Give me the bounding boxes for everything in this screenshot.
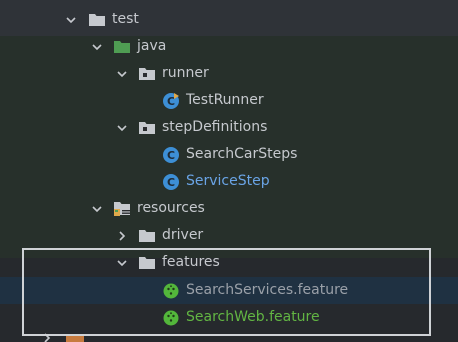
- svg-text:C: C: [167, 149, 175, 162]
- tree-row-cut-off[interactable]: [0, 333, 458, 342]
- folder-icon: [138, 254, 156, 272]
- tree-row-java[interactable]: java: [0, 33, 458, 60]
- tree-row-searchservices-feature[interactable]: SearchServices.feature: [0, 277, 458, 304]
- tree-row-test[interactable]: test: [0, 6, 458, 33]
- test-sources-folder-icon: [113, 38, 131, 56]
- svg-text:C: C: [167, 176, 175, 189]
- tree-label-resources: resources: [137, 200, 205, 216]
- tree-row-testrunner[interactable]: C TestRunner: [0, 87, 458, 114]
- chevron-down-icon[interactable]: [115, 121, 129, 135]
- java-class-icon: C: [162, 146, 180, 164]
- tree-label-java: java: [137, 38, 167, 54]
- svg-text:C: C: [167, 95, 175, 108]
- cucumber-icon: [162, 282, 180, 300]
- chevron-right-icon[interactable]: [115, 229, 129, 243]
- chevron-right-icon[interactable]: [42, 333, 52, 342]
- tree-label-test: test: [112, 11, 139, 27]
- tree-label-stepdefinitions: stepDefinitions: [162, 119, 268, 135]
- tree-label-servicestep: ServiceStep: [186, 173, 270, 189]
- tree-label-searchservices-feature: SearchServices.feature: [186, 282, 349, 298]
- project-tree: test java runner C TestRunner stepDefini…: [0, 0, 458, 342]
- tree-row-searchweb-feature[interactable]: SearchWeb.feature: [0, 304, 458, 331]
- tree-row-features[interactable]: features: [0, 249, 458, 276]
- java-class-runnable-icon: C: [162, 92, 180, 110]
- folder-icon: [88, 11, 106, 29]
- folder-icon: [66, 335, 84, 342]
- tree-row-stepdefinitions[interactable]: stepDefinitions: [0, 114, 458, 141]
- tree-label-searchcarsteps: SearchCarSteps: [186, 146, 298, 162]
- chevron-down-icon[interactable]: [90, 202, 104, 216]
- tree-label-features: features: [162, 254, 220, 270]
- package-folder-icon: [138, 65, 156, 83]
- tree-label-driver: driver: [162, 227, 204, 243]
- tree-row-driver[interactable]: driver: [0, 222, 458, 249]
- cucumber-icon: [162, 309, 180, 327]
- tree-row-searchcarsteps[interactable]: C SearchCarSteps: [0, 141, 458, 168]
- test-resources-folder-icon: [113, 200, 131, 218]
- tree-label-searchweb-feature: SearchWeb.feature: [186, 309, 320, 325]
- java-class-icon: C: [162, 173, 180, 191]
- chevron-down-icon[interactable]: [115, 256, 129, 270]
- chevron-down-icon[interactable]: [115, 67, 129, 81]
- tree-label-runner: runner: [162, 65, 209, 81]
- tree-row-runner[interactable]: runner: [0, 60, 458, 87]
- package-folder-icon: [138, 119, 156, 137]
- tree-row-servicestep[interactable]: C ServiceStep: [0, 168, 458, 195]
- chevron-down-icon[interactable]: [90, 40, 104, 54]
- chevron-down-icon[interactable]: [64, 13, 78, 27]
- tree-row-resources[interactable]: resources: [0, 195, 458, 222]
- tree-label-testrunner: TestRunner: [186, 92, 264, 108]
- folder-icon: [138, 227, 156, 245]
